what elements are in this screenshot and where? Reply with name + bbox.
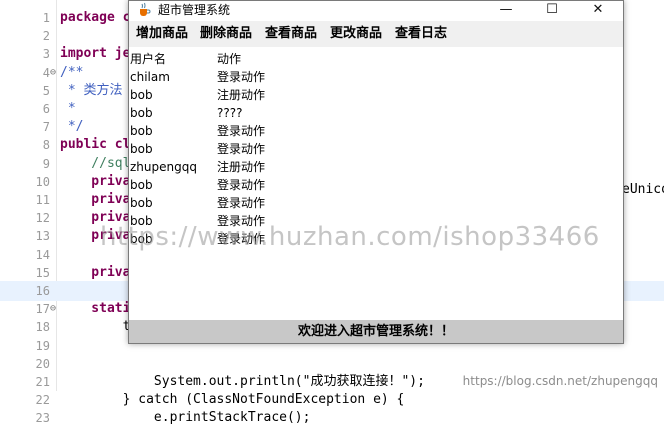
code-text: * 类方法 <box>60 82 123 98</box>
menu-bar: 增加商品 删除商品 查看商品 更改商品 查看日志 <box>129 21 623 47</box>
code-text: priva <box>60 264 131 280</box>
log-row: bob 登录动作 <box>129 176 623 194</box>
code-text: import je <box>60 46 131 62</box>
line-number: 15 <box>35 265 50 280</box>
line-number: 12 <box>35 211 50 226</box>
java-cup-icon <box>140 2 151 16</box>
log-action: 登录动作 <box>217 196 266 210</box>
code-text: e.printStackTrace(); <box>60 410 311 426</box>
log-row: bob???? <box>129 104 623 122</box>
code-fragment-right: eUnico <box>622 182 664 197</box>
menu-add-product[interactable]: 增加商品 <box>136 21 188 47</box>
code-text: t <box>60 319 131 335</box>
log-action: ???? <box>217 106 243 120</box>
line-number: 16 <box>35 284 50 298</box>
log-user: chilam <box>130 70 170 84</box>
code-text: package c <box>60 10 131 25</box>
line-number: 17 <box>35 302 50 317</box>
supermarket-window[interactable]: 超市管理系统 — ☐ ✕ 增加商品 删除商品 查看商品 更改商品 查看日志 用户… <box>128 0 624 344</box>
code-text: /** <box>60 64 84 80</box>
line-number: 23 <box>35 411 50 426</box>
log-user: bob <box>130 88 153 102</box>
fold-toggle-icon[interactable]: ⊖ <box>50 299 58 319</box>
credit-text: https://blog.csdn.net/zhupengqq <box>462 374 658 388</box>
log-action: 登录动作 <box>217 70 266 84</box>
code-line: 20 <box>0 354 664 374</box>
line-number: 19 <box>35 338 50 353</box>
log-user: bob <box>130 178 153 192</box>
code-text: */ <box>60 119 84 135</box>
line-number: 1 <box>42 11 50 25</box>
line-number: 5 <box>42 83 50 98</box>
log-row: zhupengqq 注册动作 <box>129 158 623 176</box>
code-text: } catch (ClassNotFoundException e) { <box>60 392 405 408</box>
code-text: priva <box>60 192 131 207</box>
menu-view-product[interactable]: 查看商品 <box>265 21 317 47</box>
minimize-button[interactable]: — <box>483 1 529 19</box>
line-number: 10 <box>35 174 50 189</box>
code-text: System.out.println("成功获取连接！"); <box>60 374 425 389</box>
line-number: 22 <box>35 393 50 408</box>
code-text: priva <box>60 173 131 189</box>
line-number: 6 <box>42 102 50 116</box>
log-row: bob 登录动作 <box>129 122 623 140</box>
log-action: 注册动作 <box>217 160 266 174</box>
line-number: 18 <box>35 320 50 335</box>
code-line: 23 e.printStackTrace(); <box>0 408 664 428</box>
code-text: //sql <box>60 155 131 171</box>
log-user: bob <box>130 196 153 210</box>
log-row: bob 登录动作 <box>129 140 623 158</box>
log-action: 登录动作 <box>217 142 266 156</box>
close-button[interactable]: ✕ <box>575 1 621 19</box>
log-header-user: 用户名 <box>130 52 167 66</box>
line-number: 21 <box>35 375 50 389</box>
log-header-action: 动作 <box>217 52 242 66</box>
line-number: 4 <box>42 65 50 80</box>
log-row: chilam 登录动作 <box>129 68 623 86</box>
line-number: 3 <box>42 47 50 62</box>
code-text: public cl <box>60 137 131 153</box>
watermark-text: https://www.huzhan.com/ishop33466 <box>100 222 600 252</box>
menu-update-product[interactable]: 更改商品 <box>330 21 382 47</box>
log-row: bob 注册动作 <box>129 86 623 104</box>
maximize-button[interactable]: ☐ <box>529 1 575 19</box>
title-bar[interactable]: 超市管理系统 — ☐ ✕ <box>129 1 623 21</box>
menu-view-log[interactable]: 查看日志 <box>395 21 447 47</box>
line-number: 20 <box>35 356 50 371</box>
log-user: zhupengqq <box>130 160 197 174</box>
log-action: 登录动作 <box>217 178 266 192</box>
log-action: 注册动作 <box>217 88 266 102</box>
code-line: 22 } catch (ClassNotFoundException e) { <box>0 390 664 410</box>
line-number: 14 <box>35 247 50 262</box>
fold-toggle-icon[interactable]: ⊖ <box>50 63 58 83</box>
log-user: bob <box>130 106 153 120</box>
line-number: 11 <box>35 193 50 207</box>
line-number: 2 <box>42 29 50 44</box>
menu-delete-product[interactable]: 删除商品 <box>200 21 252 47</box>
log-action: 登录动作 <box>217 124 266 138</box>
code-text: * <box>60 101 76 116</box>
status-bar: 欢迎进入超市管理系统！！ <box>129 320 623 343</box>
line-number: 7 <box>42 120 50 135</box>
log-header-row: 用户名 动作 <box>129 50 623 68</box>
line-number: 9 <box>42 156 50 171</box>
log-row: bob 登录动作 <box>129 194 623 212</box>
code-text: stati <box>60 301 131 317</box>
log-table: 用户名 动作 chilam 登录动作 bob 注册动作 bob???? bob 登录动作 bo… <box>129 47 623 320</box>
log-user: bob <box>130 124 153 138</box>
line-number: 13 <box>35 229 50 244</box>
line-number: 8 <box>42 138 50 153</box>
log-user: bob <box>130 142 153 156</box>
window-title: 超市管理系统 <box>158 3 231 17</box>
